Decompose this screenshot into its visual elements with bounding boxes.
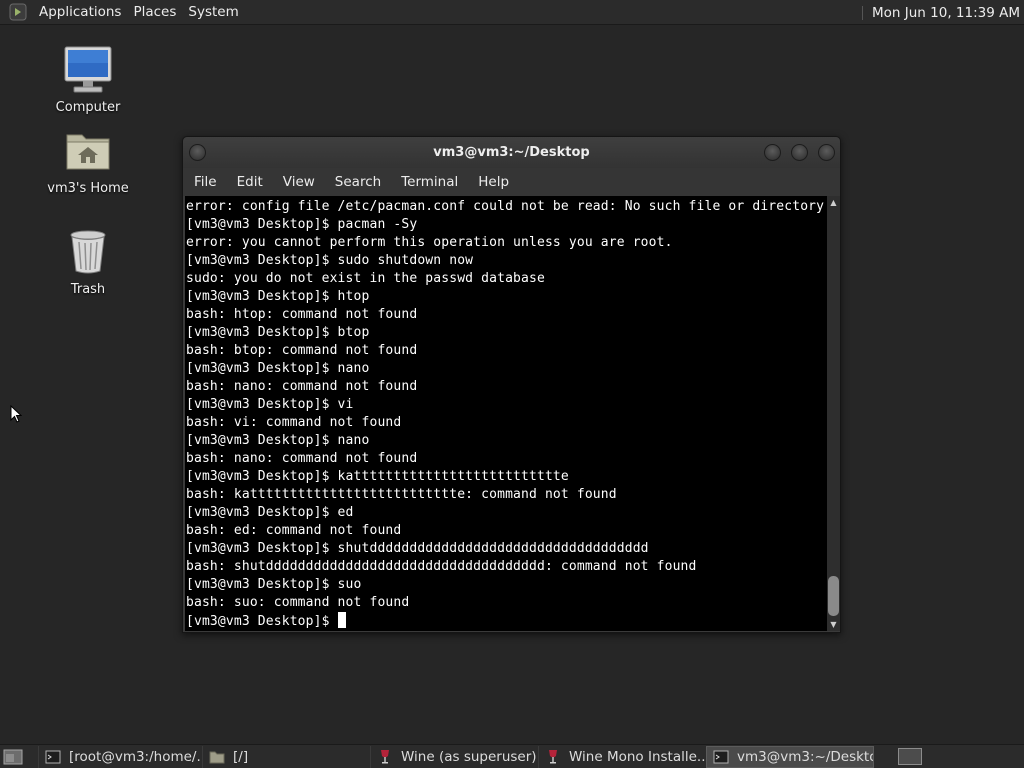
terminal-line: [vm3@vm3 Desktop]$ pacman -Sy xyxy=(186,217,418,232)
taskbar-item-wine-superuser[interactable]: Wine (as superuser) xyxy=(370,745,538,768)
window-title: vm3@vm3:~/Desktop xyxy=(433,145,590,160)
desktop-icon-label: vm3's Home xyxy=(47,181,129,196)
desktop-icon-computer[interactable]: Computer xyxy=(38,44,138,115)
menu-file[interactable]: File xyxy=(183,174,227,190)
menu-terminal[interactable]: Terminal xyxy=(391,174,468,190)
terminal-prompt: [vm3@vm3 Desktop]$ xyxy=(186,614,338,629)
terminal-line: [vm3@vm3 Desktop]$ nano xyxy=(186,433,370,448)
terminal-line: bash: suo: command not found xyxy=(186,595,410,610)
terminal-line: bash: btop: command not found xyxy=(186,343,418,358)
menu-applications[interactable]: Applications xyxy=(33,0,127,25)
terminal-icon xyxy=(713,749,729,765)
desktop-icon-trash[interactable]: Trash xyxy=(38,226,138,297)
taskbar-item-file-manager[interactable]: [/] xyxy=(202,745,370,768)
scroll-up-icon[interactable]: ▲ xyxy=(829,198,838,207)
taskbar-item-label: Wine Mono Installe... xyxy=(569,748,706,765)
menu-help[interactable]: Help xyxy=(468,174,519,190)
taskbar-item-wine-mono[interactable]: Wine Mono Installe... xyxy=(538,745,706,768)
trash-icon xyxy=(62,226,114,278)
desktop-icon-label: Computer xyxy=(55,100,121,115)
window-titlebar[interactable]: vm3@vm3:~/Desktop xyxy=(183,137,840,168)
taskbar-item-label: vm3@vm3:~/Desktop xyxy=(737,748,874,765)
terminal-line: [vm3@vm3 Desktop]$ kattttttttttttttttttt… xyxy=(186,469,569,484)
terminal-line: error: config file /etc/pacman.conf coul… xyxy=(186,199,825,214)
terminal-line: [vm3@vm3 Desktop]$ btop xyxy=(186,325,370,340)
menu-edit[interactable]: Edit xyxy=(227,174,273,190)
bottom-panel: [root@vm3:/home/... [/] Wine (as superus… xyxy=(0,744,1024,768)
taskbar-item-root-terminal[interactable]: [root@vm3:/home/... xyxy=(38,745,202,768)
terminal-line: bash: htop: command not found xyxy=(186,307,418,322)
menu-view[interactable]: View xyxy=(273,174,325,190)
panel-separator xyxy=(862,5,864,20)
window-menubar: File Edit View Search Terminal Help xyxy=(183,168,840,196)
terminal-line: [vm3@vm3 Desktop]$ sudo shutdown now xyxy=(186,253,474,268)
desktop-icon-label: Trash xyxy=(70,282,106,297)
home-folder-icon xyxy=(62,125,114,177)
computer-icon xyxy=(62,44,114,96)
terminal-line: error: you cannot perform this operation… xyxy=(186,235,673,250)
terminal-line: [vm3@vm3 Desktop]$ ed xyxy=(186,505,354,520)
menu-system[interactable]: System xyxy=(182,0,244,25)
desktop-icon-home[interactable]: vm3's Home xyxy=(38,125,138,196)
close-button[interactable] xyxy=(818,144,835,161)
terminal-scrollbar[interactable]: ▲ ▼ xyxy=(827,196,840,631)
terminal-line: [vm3@vm3 Desktop]$ suo xyxy=(186,577,362,592)
wine-icon xyxy=(377,749,393,765)
terminal-line: [vm3@vm3 Desktop]$ shutddddddddddddddddd… xyxy=(186,541,649,556)
applications-logo-icon[interactable] xyxy=(7,1,29,23)
text-cursor xyxy=(337,612,346,628)
terminal-icon xyxy=(45,749,61,765)
terminal-line: [vm3@vm3 Desktop]$ nano xyxy=(186,361,370,376)
terminal-line: bash: nano: command not found xyxy=(186,451,418,466)
terminal-line: bash: nano: command not found xyxy=(186,379,418,394)
scroll-down-icon[interactable]: ▼ xyxy=(829,620,838,629)
terminal-line: bash: vi: command not found xyxy=(186,415,402,430)
terminal-line: [vm3@vm3 Desktop]$ vi xyxy=(186,397,354,412)
terminal-line: [vm3@vm3 Desktop]$ htop xyxy=(186,289,370,304)
scrollbar-thumb[interactable] xyxy=(828,576,839,616)
terminal-prompt-line[interactable]: [vm3@vm3 Desktop]$ xyxy=(186,612,827,630)
folder-icon xyxy=(209,749,225,765)
terminal-output[interactable]: error: config file /etc/pacman.conf coul… xyxy=(185,196,827,631)
terminal-line: bash: katttttttttttttttttttttttttte: com… xyxy=(186,487,617,502)
taskbar-item-label: [root@vm3:/home/... xyxy=(69,748,202,765)
workspace-switcher[interactable] xyxy=(898,748,922,765)
maximize-button[interactable] xyxy=(791,144,808,161)
wine-icon xyxy=(545,749,561,765)
menu-search[interactable]: Search xyxy=(325,174,391,190)
terminal-line: bash: ed: command not found xyxy=(186,523,402,538)
top-panel: Applications Places System Mon Jun 10, 1… xyxy=(0,0,1024,25)
taskbar-item-vm3-terminal[interactable]: vm3@vm3:~/Desktop xyxy=(706,745,874,768)
minimize-button[interactable] xyxy=(764,144,781,161)
terminal-window[interactable]: vm3@vm3:~/Desktop File Edit View Search … xyxy=(182,136,841,633)
taskbar-item-label: [/] xyxy=(233,748,249,765)
terminal-line: bash: shutdddddddddddddddddddddddddddddd… xyxy=(186,559,697,574)
clock[interactable]: Mon Jun 10, 11:39 AM xyxy=(872,5,1024,21)
taskbar-item-label: Wine (as superuser) xyxy=(401,748,537,765)
terminal-line: sudo: you do not exist in the passwd dat… xyxy=(186,271,545,286)
menu-places[interactable]: Places xyxy=(127,0,182,25)
show-desktop-icon[interactable] xyxy=(2,746,24,768)
